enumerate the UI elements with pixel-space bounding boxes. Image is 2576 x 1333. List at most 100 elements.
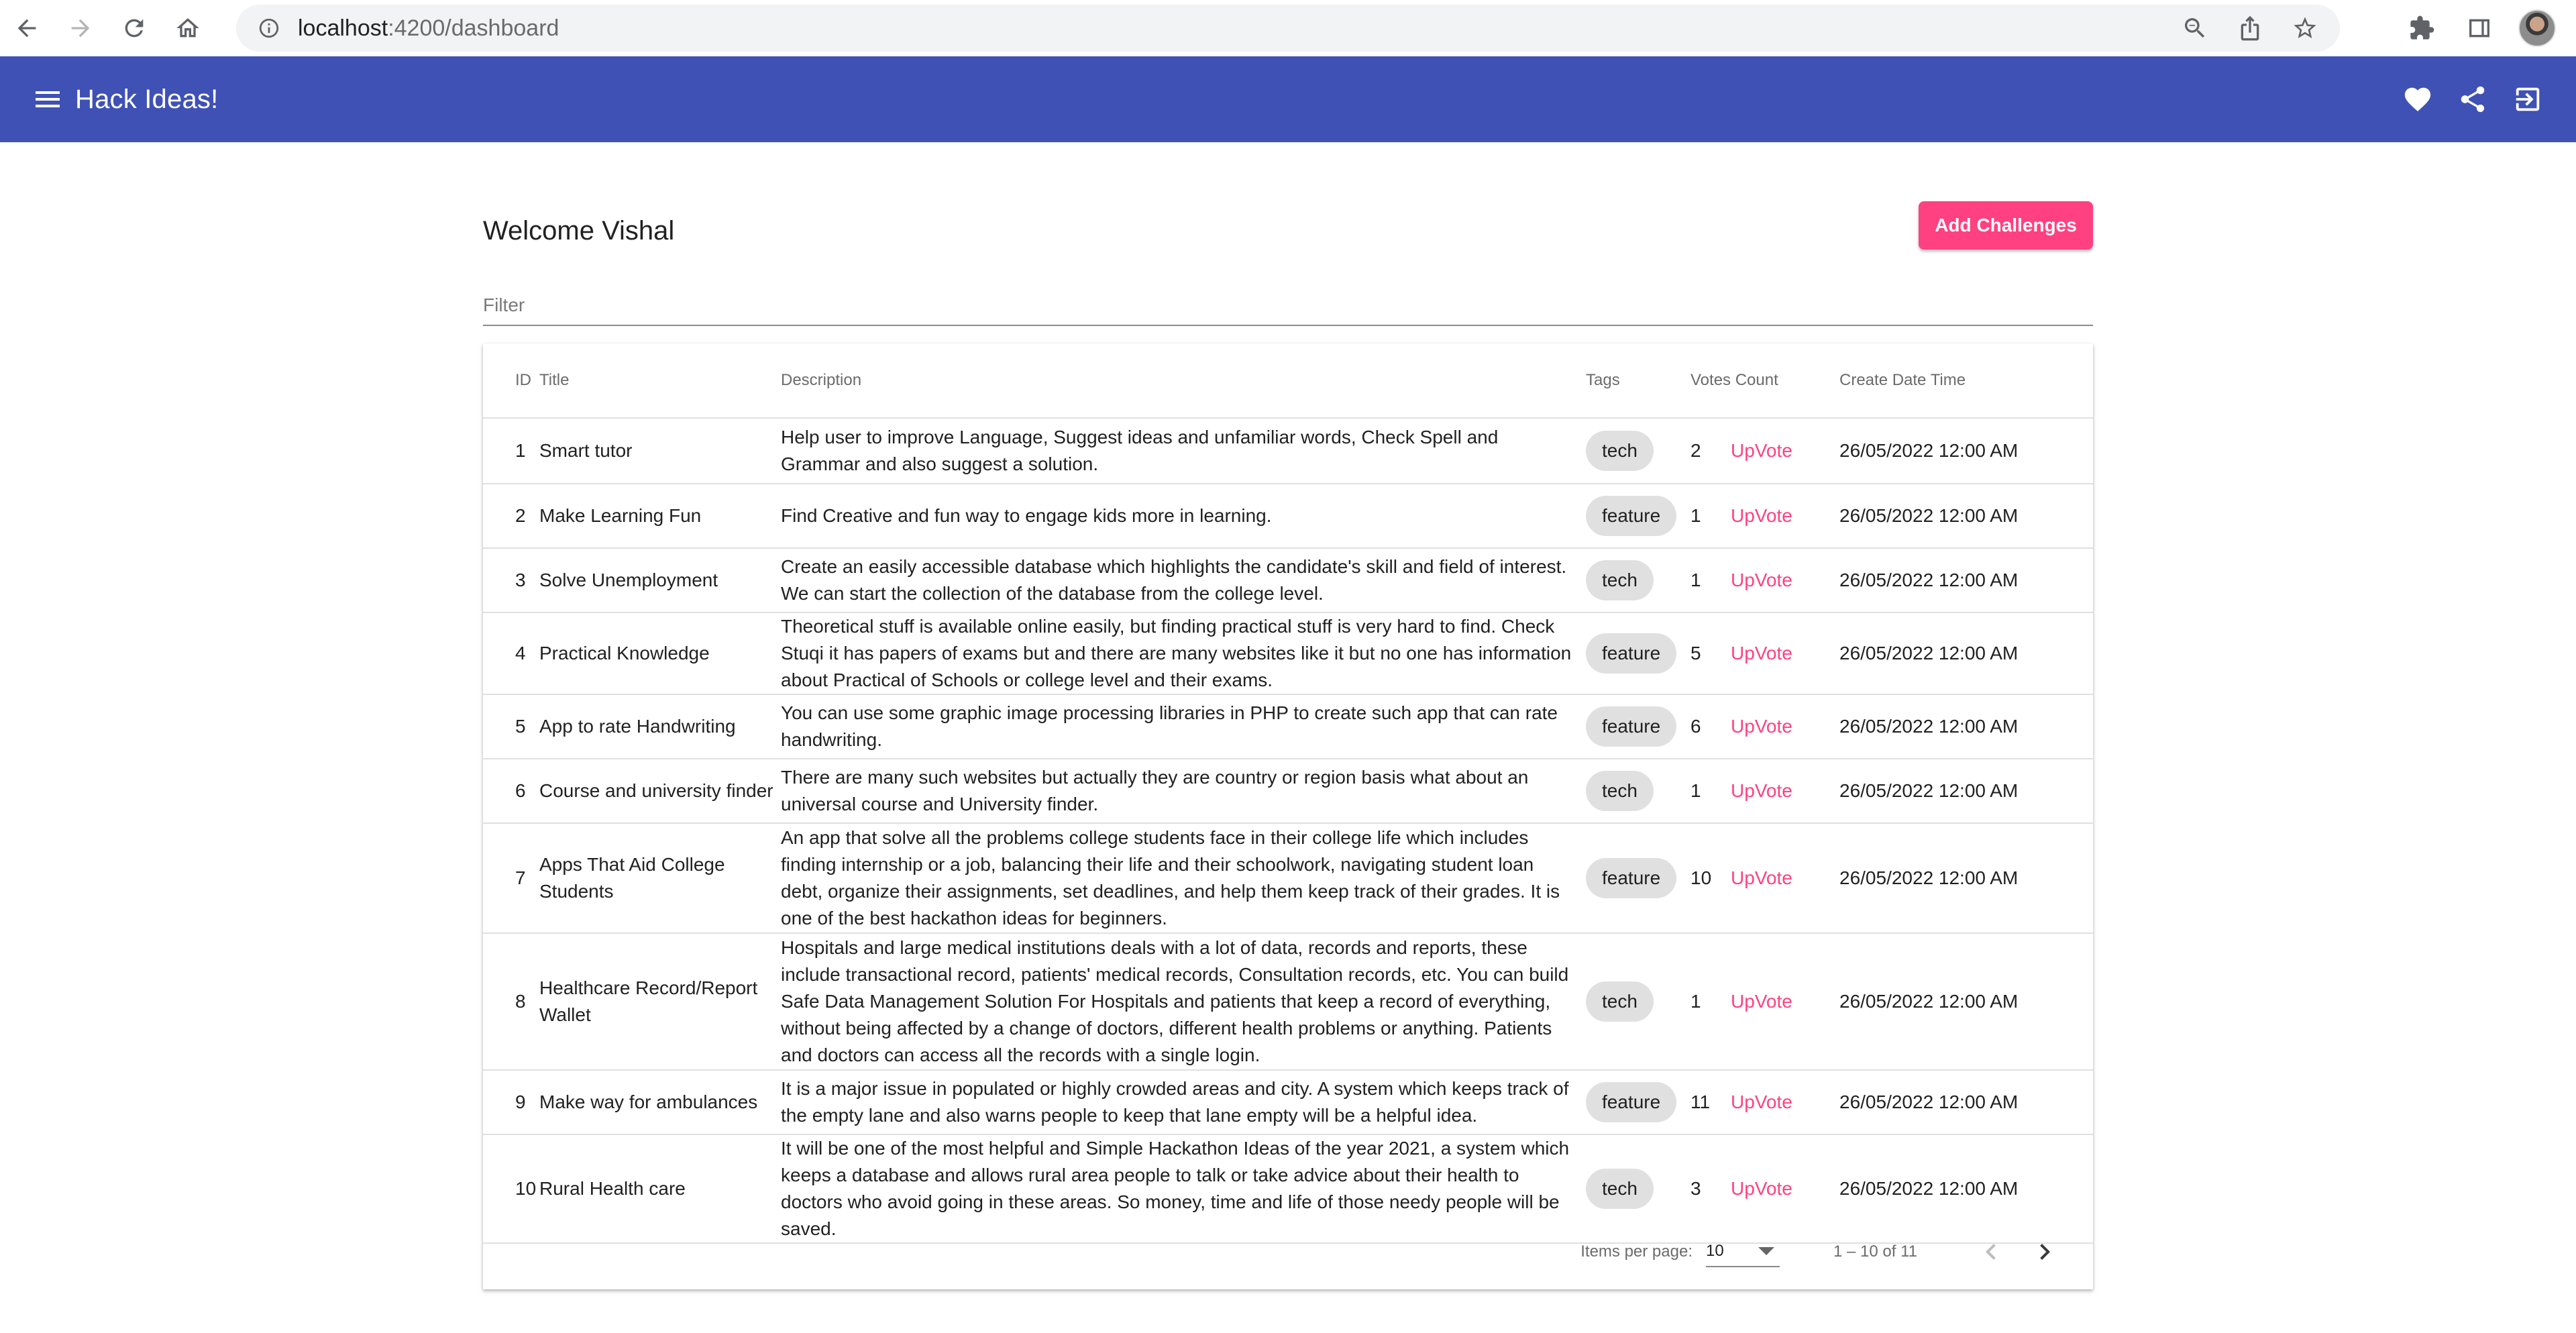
upvote-button[interactable]: UpVote <box>1727 988 1796 1015</box>
header-title[interactable]: Title <box>539 343 781 419</box>
cell-description: Create an easily accessible database whi… <box>781 548 1586 613</box>
tag-chip: feature <box>1586 633 1677 674</box>
cell-create-date: 26/05/2022 12:00 AM <box>1839 418 2093 484</box>
cell-tags: feature <box>1586 612 1690 695</box>
table-row: 1 Smart tutor Help user to improve Languag… <box>483 418 2093 484</box>
ideas-table-card: ID Title Description Tags Votes Count Cr… <box>483 343 2093 1289</box>
cell-create-date: 26/05/2022 12:00 AM <box>1839 548 2093 613</box>
cell-description: Find Creative and fun way to engage kids… <box>781 484 1586 549</box>
table-row: 2 Make Learning Fun Find Creative and fun … <box>483 484 2093 549</box>
page-size-select[interactable]: 10 <box>1706 1236 1780 1267</box>
cell-votes: 6 UpVote <box>1690 694 1839 759</box>
header-create-date-time[interactable]: Create Date Time <box>1839 343 2093 419</box>
zoom-icon[interactable] <box>2176 9 2214 47</box>
cell-description: An app that solve all the problems colle… <box>781 823 1586 934</box>
cell-title: Make way for ambulances <box>539 1070 781 1135</box>
vote-count: 5 <box>1690 643 1701 663</box>
side-panel-icon[interactable] <box>2461 9 2498 47</box>
favorite-heart-icon[interactable] <box>2399 81 2436 118</box>
cell-id: 1 <box>483 418 539 484</box>
cell-votes: 10 UpVote <box>1690 823 1839 934</box>
cell-create-date: 26/05/2022 12:00 AM <box>1839 484 2093 549</box>
upvote-button[interactable]: UpVote <box>1727 567 1796 594</box>
items-per-page-label: Items per page: <box>1580 1242 1693 1261</box>
cell-description: Hospitals and large medical institutions… <box>781 933 1586 1071</box>
tag-chip: tech <box>1586 560 1654 600</box>
cell-tags: feature <box>1586 694 1690 759</box>
tag-chip: feature <box>1586 858 1677 898</box>
cell-title: Apps That Aid College Students <box>539 823 781 934</box>
cell-title: App to rate Handwriting <box>539 694 781 759</box>
forward-icon[interactable] <box>54 0 107 56</box>
vote-count: 1 <box>1690 991 1701 1012</box>
upvote-button[interactable]: UpVote <box>1727 865 1796 892</box>
cell-tags: feature <box>1586 484 1690 549</box>
filter-input[interactable] <box>483 290 2093 321</box>
tag-chip: feature <box>1586 706 1677 747</box>
address-bar[interactable]: localhost:4200/dashboard <box>236 5 2340 52</box>
cell-create-date: 26/05/2022 12:00 AM <box>1839 759 2093 824</box>
cell-title: Make Learning Fun <box>539 484 781 549</box>
tag-chip: tech <box>1586 981 1654 1022</box>
cell-id: 9 <box>483 1070 539 1135</box>
upvote-button[interactable]: UpVote <box>1727 778 1796 804</box>
upvote-button[interactable]: UpVote <box>1727 713 1796 740</box>
next-page-button[interactable] <box>2018 1225 2072 1279</box>
cell-title: Practical Knowledge <box>539 612 781 695</box>
header-id[interactable]: ID <box>483 343 539 419</box>
url-text[interactable]: localhost:4200/dashboard <box>298 15 559 42</box>
header-votes-count[interactable]: Votes Count <box>1690 343 1839 419</box>
filter-field[interactable] <box>483 290 2093 326</box>
cell-votes: 1 UpVote <box>1690 484 1839 549</box>
vote-count: 1 <box>1690 570 1701 590</box>
home-icon[interactable] <box>161 0 215 56</box>
vote-count: 1 <box>1690 505 1701 526</box>
previous-page-button[interactable] <box>1964 1225 2018 1279</box>
extensions-puzzle-icon[interactable] <box>2403 9 2440 47</box>
browser-chrome: localhost:4200/dashboard <box>0 0 2576 58</box>
upvote-button[interactable]: UpVote <box>1727 640 1796 667</box>
upvote-button[interactable]: UpVote <box>1727 1089 1796 1116</box>
site-info-icon[interactable] <box>246 5 292 52</box>
cell-id: 2 <box>483 484 539 549</box>
tag-chip: tech <box>1586 771 1654 811</box>
welcome-heading: Welcome Vishal <box>483 216 675 246</box>
header-tags[interactable]: Tags <box>1586 343 1690 419</box>
share-icon[interactable] <box>2454 81 2491 118</box>
cell-id: 5 <box>483 694 539 759</box>
cell-description: It is a major issue in populated or high… <box>781 1070 1586 1135</box>
header-description[interactable]: Description <box>781 343 1586 419</box>
cell-id: 4 <box>483 612 539 695</box>
url-path: :4200/dashboard <box>388 15 559 41</box>
upvote-button[interactable]: UpVote <box>1727 437 1796 464</box>
vote-count: 10 <box>1690 867 1712 888</box>
cell-title: Solve Unemployment <box>539 548 781 613</box>
app-title: Hack Ideas! <box>75 84 219 114</box>
cell-description: Theoretical stuff is available online ea… <box>781 612 1586 695</box>
cell-tags: tech <box>1586 933 1690 1071</box>
url-host: localhost <box>298 15 388 41</box>
page-range-label: 1 – 10 of 11 <box>1833 1242 1917 1261</box>
chevron-right-icon <box>2040 1244 2050 1260</box>
profile-avatar[interactable] <box>2518 9 2556 47</box>
cell-id: 7 <box>483 823 539 934</box>
tag-chip: tech <box>1586 1169 1654 1209</box>
menu-icon[interactable] <box>24 76 71 123</box>
upvote-button[interactable]: UpVote <box>1727 502 1796 529</box>
cell-create-date: 26/05/2022 12:00 AM <box>1839 1070 2093 1135</box>
cell-id: 8 <box>483 933 539 1071</box>
cell-votes: 5 UpVote <box>1690 612 1839 695</box>
cell-title: Healthcare Record/Report Wallet <box>539 933 781 1071</box>
cell-id: 6 <box>483 759 539 824</box>
dropdown-arrow-icon <box>1758 1247 1774 1255</box>
cell-title: Smart tutor <box>539 418 781 484</box>
tag-chip: tech <box>1586 431 1654 471</box>
cell-create-date: 26/05/2022 12:00 AM <box>1839 612 2093 695</box>
reload-icon[interactable] <box>107 0 161 56</box>
share-page-icon[interactable] <box>2231 9 2269 47</box>
upvote-button[interactable]: UpVote <box>1727 1175 1796 1202</box>
bookmark-star-icon[interactable] <box>2286 9 2324 47</box>
back-icon[interactable] <box>0 0 54 56</box>
add-challenges-button[interactable]: Add Challenges <box>1919 201 2093 250</box>
logout-icon[interactable] <box>2509 81 2546 118</box>
